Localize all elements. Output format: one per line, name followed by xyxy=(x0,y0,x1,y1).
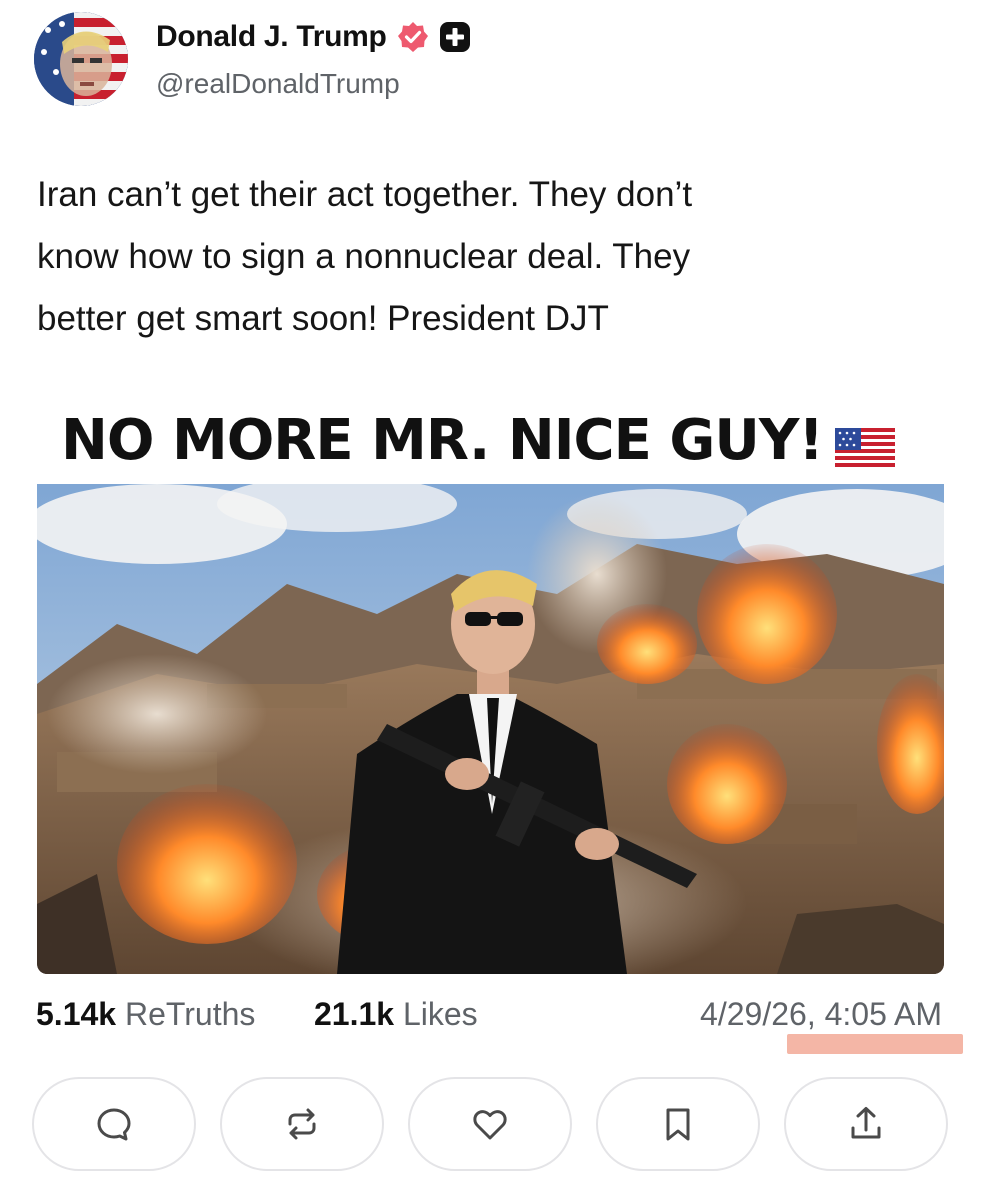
display-name[interactable]: Donald J. Trump xyxy=(156,20,387,54)
meme-headline-text: NO MORE MR. NICE GUY! xyxy=(61,407,824,473)
post-header: Donald J. Trump @realDonaldTrump xyxy=(34,12,934,112)
likes-stat[interactable]: 21.1k Likes xyxy=(314,996,478,1033)
reply-icon xyxy=(97,1108,131,1141)
retruth-icon xyxy=(288,1108,316,1140)
bookmark-button[interactable] xyxy=(596,1077,760,1171)
retruths-count: 5.14k xyxy=(36,996,117,1032)
likes-count: 21.1k xyxy=(314,996,395,1032)
display-name-row[interactable]: Donald J. Trump xyxy=(156,20,471,54)
likes-label: Likes xyxy=(402,996,478,1032)
share-icon xyxy=(851,1107,881,1139)
retruths-stat[interactable]: 5.14k ReTruths xyxy=(36,996,255,1033)
like-button[interactable] xyxy=(408,1077,572,1171)
action-bar xyxy=(32,1077,948,1173)
retruths-label: ReTruths xyxy=(124,996,256,1032)
post-media[interactable]: NO MORE MR. NICE GUY! xyxy=(37,392,944,974)
user-handle[interactable]: @realDonaldTrump xyxy=(156,68,400,100)
meme-headline: NO MORE MR. NICE GUY! xyxy=(61,400,895,480)
share-button[interactable] xyxy=(784,1077,948,1171)
like-icon xyxy=(473,1110,507,1140)
avatar[interactable] xyxy=(34,12,128,106)
post-text: Iran can’t get their act together. They … xyxy=(37,175,693,338)
us-flag-emoji-icon xyxy=(834,419,895,470)
timestamp-highlight xyxy=(787,1034,963,1054)
reply-button[interactable] xyxy=(32,1077,196,1171)
meme-photo xyxy=(37,484,944,974)
retruth-button[interactable] xyxy=(220,1077,384,1171)
plus-badge-icon xyxy=(439,21,471,53)
verified-badge-icon xyxy=(397,21,429,53)
post-timestamp[interactable]: 4/29/26, 4:05 AM xyxy=(700,996,942,1033)
bookmark-icon xyxy=(666,1108,690,1141)
